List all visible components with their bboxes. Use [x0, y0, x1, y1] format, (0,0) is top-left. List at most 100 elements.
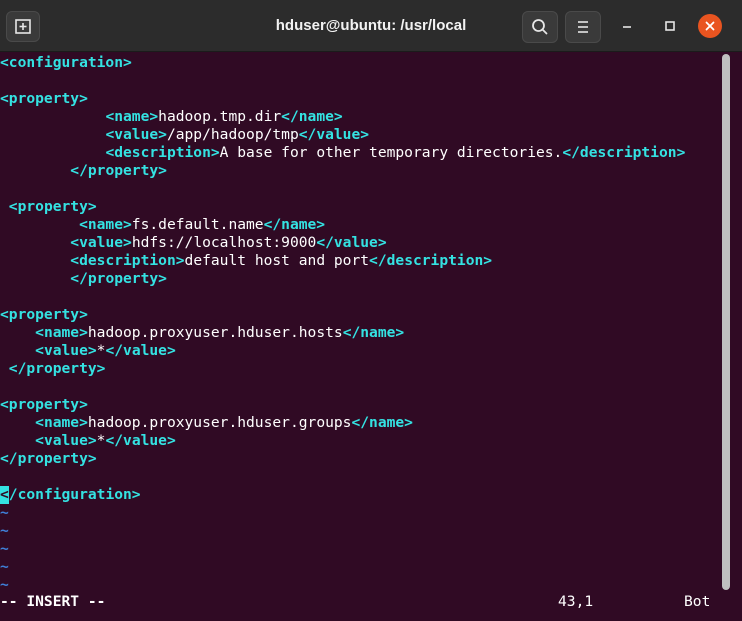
search-button[interactable] [522, 11, 558, 43]
editor-line: </property> [0, 360, 106, 378]
editor-line: <property> [0, 306, 88, 324]
editor-line: <property> [0, 396, 88, 414]
maximize-button[interactable] [658, 14, 682, 38]
xml-tag: <value> [70, 234, 132, 251]
empty-line-marker: ~ [0, 540, 9, 557]
xml-tag: </property> [0, 450, 97, 467]
editor-line: <value>/app/hadoop/tmp</value> [0, 126, 369, 144]
editor-line: ~ [0, 540, 9, 558]
xml-tag: <value> [35, 342, 97, 359]
editor-line: ~ [0, 522, 9, 540]
vim-status-line: -- INSERT -- 43,1 Bot [0, 593, 742, 611]
xml-tag: <property> [0, 90, 88, 107]
xml-text: fs.default.name [131, 216, 264, 233]
editor-line: </property> [0, 270, 167, 288]
xml-tag: <property> [0, 396, 88, 413]
title-bar[interactable]: hduser@ubuntu: /usr/local [0, 0, 742, 52]
editor-line: ~ [0, 558, 9, 576]
terminal-window: hduser@ubuntu: /usr/local <configuration… [0, 0, 742, 621]
search-icon [532, 19, 548, 35]
hamburger-menu-icon [578, 21, 588, 33]
xml-text: hdfs://localhost:9000 [131, 234, 317, 251]
xml-text: hadoop.proxyuser.hduser.hosts [87, 324, 343, 341]
xml-tag: <property> [0, 306, 88, 323]
close-icon [705, 21, 715, 31]
xml-text: A base for other temporary directories. [219, 144, 563, 161]
editor-line: <configuration> [0, 54, 132, 72]
editor-line: <property> [0, 90, 88, 108]
xml-tag: <name> [35, 324, 88, 341]
scrollbar[interactable] [722, 54, 732, 594]
empty-line-marker: ~ [0, 558, 9, 575]
xml-tag: <description> [105, 144, 220, 161]
xml-tag: <description> [70, 252, 185, 269]
xml-tag: </name> [342, 324, 405, 341]
vim-editor-buffer[interactable]: <configuration> <property> <name>hadoop.t… [0, 54, 720, 594]
xml-tag: <value> [35, 432, 97, 449]
close-button[interactable] [698, 14, 722, 38]
editor-line: ~ [0, 576, 9, 594]
editor-line: <description>A base for other temporary … [0, 144, 685, 162]
editor-line: <value>*</value> [0, 432, 176, 450]
maximize-icon [665, 21, 675, 31]
empty-line-marker: ~ [0, 504, 9, 521]
xml-tag: <property> [8, 198, 97, 215]
empty-line-marker: ~ [0, 522, 9, 539]
editor-line: <value>*</value> [0, 342, 176, 360]
empty-line-marker: ~ [0, 576, 9, 593]
xml-tag: </name> [281, 108, 343, 125]
xml-tag: </property> [70, 162, 167, 179]
xml-tag: <configuration> [0, 54, 132, 71]
scroll-position: Bot [684, 593, 711, 610]
xml-tag: </description> [562, 144, 686, 161]
xml-tag: <name> [105, 108, 159, 125]
editor-line: <description>default host and port</desc… [0, 252, 492, 270]
xml-tag: <name> [35, 414, 88, 431]
editor-line: ~ [0, 504, 9, 522]
cursor-position: 43,1 [558, 593, 594, 610]
xml-text: hadoop.tmp.dir [158, 108, 282, 125]
editor-line: </property> [0, 450, 97, 468]
xml-tag: </name> [263, 216, 326, 233]
minimize-button[interactable] [615, 14, 639, 38]
mode-indicator: -- INSERT -- [0, 593, 106, 610]
editor-line: <name>hadoop.proxyuser.hduser.groups</na… [0, 414, 413, 432]
editor-line: <name>hadoop.tmp.dir</name> [0, 108, 343, 126]
xml-tag: <value> [105, 126, 167, 143]
xml-tag: </property> [8, 360, 106, 377]
xml-tag: </name> [351, 414, 413, 431]
editor-line: <name>hadoop.proxyuser.hduser.hosts</nam… [0, 324, 404, 342]
xml-tag: </value> [105, 342, 176, 359]
editor-line: </property> [0, 162, 167, 180]
menu-button[interactable] [565, 11, 601, 43]
editor-line: </configuration> [0, 486, 141, 504]
xml-tag: <name> [79, 216, 132, 233]
xml-text: default host and port [184, 252, 370, 269]
scrollbar-thumb[interactable] [722, 54, 730, 590]
xml-tag: </value> [298, 126, 370, 143]
editor-line: <property> [0, 198, 97, 216]
xml-tag: </property> [70, 270, 167, 287]
xml-tag: </value> [316, 234, 387, 251]
editor-line: <value>hdfs://localhost:9000</value> [0, 234, 387, 252]
xml-text: /app/hadoop/tmp [166, 126, 299, 143]
xml-tag: </value> [105, 432, 176, 449]
xml-tag: /configuration> [8, 486, 141, 503]
xml-tag: </description> [369, 252, 493, 269]
xml-text: hadoop.proxyuser.hduser.groups [87, 414, 352, 431]
editor-line: <name>fs.default.name</name> [0, 216, 325, 234]
